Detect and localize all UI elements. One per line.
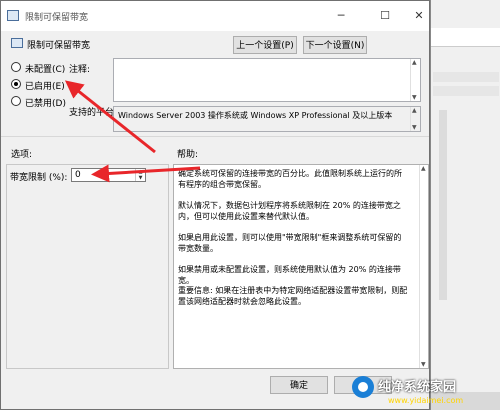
- annotation-arrows: [64, 80, 201, 183]
- arrow-to-bandwidth: [91, 164, 201, 183]
- watermark-url: www.yidaimei.com: [388, 396, 464, 405]
- arrow-to-enabled: [64, 80, 156, 154]
- watermark-logo-icon: [352, 376, 374, 398]
- watermark-title: 纯净系统家园: [378, 380, 457, 395]
